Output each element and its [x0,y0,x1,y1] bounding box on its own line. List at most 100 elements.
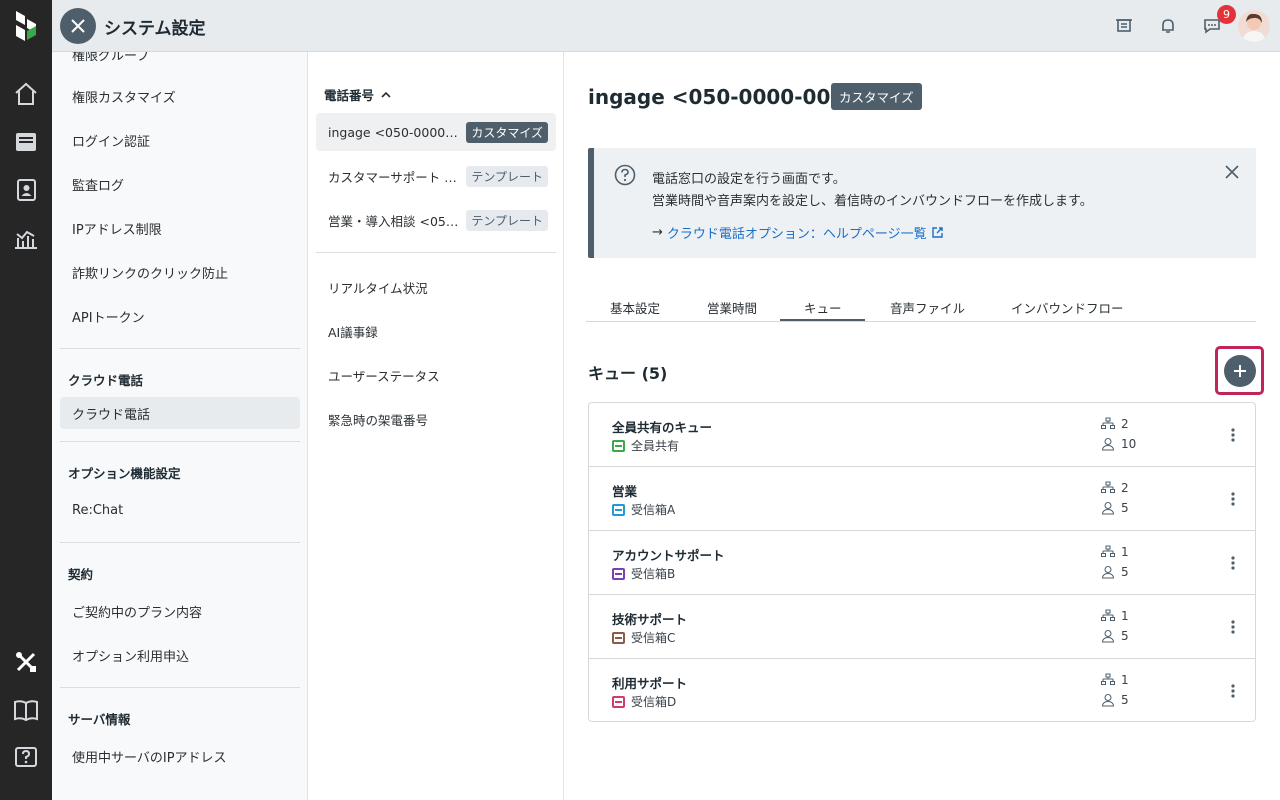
avatar[interactable] [1238,10,1270,42]
plus-icon [1233,364,1246,377]
link-ai-minutes[interactable]: AI議事録 [328,322,378,341]
group-count-value: 1 [1121,545,1129,559]
bell-icon[interactable] [1155,13,1181,39]
notification-badge: 9 [1217,5,1236,24]
settings-side-menu: 権限グループ 権限カスタマイズ ログイン認証 監査ログ IPアドレス制限 詐欺リ… [52,52,308,800]
customize-tag: カスタマイズ [831,83,922,110]
info-banner: 電話窓口の設定を行う画面です。 営業時間や音声案内を設定し、着信時のインバウンド… [588,148,1256,258]
left-rail [0,0,52,800]
menu-item-permission-customize[interactable]: 権限カスタマイズ [60,80,300,112]
queue-inbox: 全員共有 [612,437,679,454]
template-tag: テンプレート [466,209,548,231]
group-count: 2 [1101,481,1129,495]
tab-basic-settings[interactable]: 基本設定 [610,298,660,317]
manual-book-icon[interactable] [0,688,52,732]
announcement-icon[interactable] [1111,13,1137,39]
settings-tools-icon[interactable] [0,640,52,684]
contacts-icon[interactable] [0,168,52,212]
list-item[interactable]: 利用サポート 受信箱D 1 5 [589,659,1255,723]
user-count-value: 5 [1121,629,1129,643]
top-bar: システム設定 9 [52,0,1280,52]
queue-name: 利用サポート [612,676,688,691]
phone-numbers-heading-label: 電話番号 [324,88,375,103]
phone-number-name: 営業・導入相談 <050-0000-0000> [328,213,462,229]
more-menu-icon[interactable] [1223,489,1243,509]
tab-audio-files[interactable]: 音声ファイル [890,298,965,317]
close-icon[interactable] [1222,162,1242,182]
user-count: 10 [1101,437,1136,451]
group-count-value: 2 [1121,417,1129,431]
queue-name: 営業 [612,484,638,499]
user-count-value: 10 [1121,437,1137,451]
user-count-value: 5 [1121,693,1129,707]
menu-item-plan[interactable]: ご契約中のプラン内容 [60,595,300,627]
home-icon[interactable] [0,72,52,116]
user-count-value: 5 [1121,565,1129,579]
analytics-icon[interactable] [0,216,52,260]
phone-number-item[interactable]: ingage <050-0000-0000> カスタマイズ [316,113,556,151]
phone-numbers-heading[interactable]: 電話番号 [324,85,392,104]
queue-inbox-label: 全員共有 [631,439,680,453]
menu-item-option-apply[interactable]: オプション利用申込 [60,639,300,671]
menu-item-phishing-link[interactable]: 詐欺リンクのクリック防止 [60,256,300,288]
tab-queue[interactable]: キュー [804,298,842,317]
queue-section-title: キュー (5) [588,364,668,383]
link-emergency-number[interactable]: 緊急時の架電番号 [328,410,428,429]
phone-number-column: 電話番号 ingage <050-0000-0000> カスタマイズ カスタマー… [308,52,564,800]
link-realtime-status[interactable]: リアルタイム状況 [328,278,428,297]
group-count: 1 [1101,609,1129,623]
menu-item-rechat[interactable]: Re:Chat [60,494,300,526]
user-count: 5 [1101,501,1129,515]
active-tab-indicator [780,319,865,321]
inbox-icon [612,567,625,580]
menu-item-permission-groups[interactable]: 権限グループ [60,52,300,70]
help-icon[interactable] [0,736,52,780]
user-icon [1101,438,1115,451]
org-chart-icon [1101,673,1115,685]
org-chart-icon [1101,545,1115,557]
more-menu-icon[interactable] [1223,425,1243,445]
help-page-link-label: クラウド電話オプション：ヘルプページ一覧 [666,227,927,242]
org-chart-icon [1101,609,1115,621]
user-count: 5 [1101,693,1129,707]
menu-item-cloud-phone[interactable]: クラウド電話 [60,397,300,429]
section-heading-options: オプション機能設定 [68,466,181,481]
add-queue-button[interactable] [1223,354,1256,387]
org-chart-icon [1101,417,1115,429]
more-menu-icon[interactable] [1223,553,1243,573]
divider [60,542,300,543]
queue-list: 全員共有のキュー 全員共有 2 10 営業 受信箱A 2 5 アカウントサポート… [588,402,1256,722]
queue-name: 全員共有のキュー [612,420,713,435]
queue-inbox-label: 受信箱C [631,631,676,645]
inbox-icon[interactable] [0,120,52,164]
more-menu-icon[interactable] [1223,681,1243,701]
info-text-line2: 営業時間や音声案内を設定し、着信時のインバウンドフローを作成します。 [652,194,1093,209]
menu-item-login-auth[interactable]: ログイン認証 [60,124,300,156]
queue-name: 技術サポート [612,612,688,627]
list-item[interactable]: 全員共有のキュー 全員共有 2 10 [589,403,1255,467]
phone-number-item[interactable]: 営業・導入相談 <050-0000-0000> テンプレート [316,201,556,239]
app-logo-icon[interactable] [0,0,52,52]
list-item[interactable]: 営業 受信箱A 2 5 [589,467,1255,531]
inbox-icon [612,631,625,644]
list-item[interactable]: 技術サポート 受信箱C 1 5 [589,595,1255,659]
menu-item-ip-restriction[interactable]: IPアドレス制限 [60,212,300,244]
link-user-status[interactable]: ユーザーステータス [328,366,440,385]
settings-tools-icon [60,8,96,44]
page-title: システム設定 [104,18,206,39]
phone-number-name: カスタマーサポート <050-0000-0000> [328,169,462,185]
tab-business-hours[interactable]: 営業時間 [707,298,757,317]
more-menu-icon[interactable] [1223,617,1243,637]
help-page-link[interactable]: → クラウド電話オプション：ヘルプページ一覧 [652,223,944,242]
user-icon [1101,630,1115,643]
menu-item-server-ip[interactable]: 使用中サーバのIPアドレス [60,740,300,772]
menu-item-api-token[interactable]: APIトークン [60,300,300,332]
group-count-value: 1 [1121,673,1129,687]
section-heading-contract: 契約 [68,567,94,582]
queue-inbox: 受信箱A [612,501,675,518]
list-item[interactable]: アカウントサポート 受信箱B 1 5 [589,531,1255,595]
phone-number-item[interactable]: カスタマーサポート <050-0000-0000> テンプレート [316,157,556,195]
tab-inbound-flow[interactable]: インバウンドフロー [1011,298,1124,317]
menu-item-audit-log[interactable]: 監査ログ [60,168,300,200]
divider [60,348,300,349]
